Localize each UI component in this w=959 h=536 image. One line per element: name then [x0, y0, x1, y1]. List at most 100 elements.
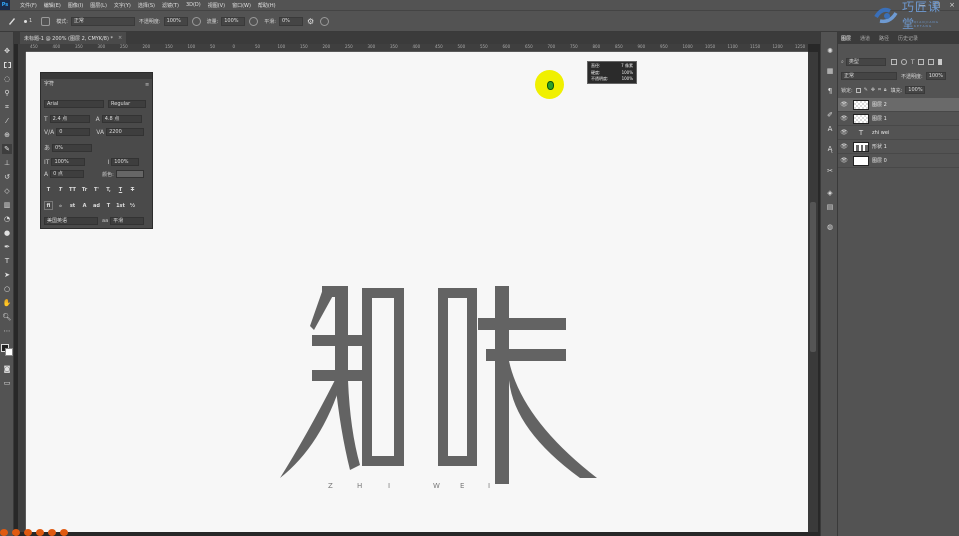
font-family-select[interactable]: Arial — [44, 100, 104, 108]
menu-help[interactable]: 帮助(H) — [258, 2, 276, 9]
underline-button[interactable]: T — [116, 185, 125, 194]
opacity-field[interactable]: 100% — [163, 16, 188, 26]
tracking-field[interactable]: 2200 — [106, 128, 145, 136]
layer-row[interactable]: 👁︎ 图层 0 — [838, 154, 959, 168]
background-color-swatch[interactable] — [5, 348, 13, 356]
marquee-tool-icon[interactable] — [2, 60, 12, 70]
baseline-shift-field[interactable]: 0 点 — [50, 170, 85, 178]
document-tab[interactable]: 未标题-1 @ 200% (图层 2, CMYK/8) * × — [20, 32, 127, 44]
pen-tool-icon[interactable]: ✒ — [2, 242, 12, 252]
menu-view[interactable]: 视图(V) — [208, 2, 225, 9]
filter-shape-icon[interactable] — [918, 59, 925, 65]
scrollbar-thumb[interactable] — [810, 202, 816, 352]
menu-select[interactable]: 选择(S) — [138, 2, 155, 9]
color-panel-icon[interactable]: ✺ — [825, 46, 835, 56]
menu-layer[interactable]: 图层(L) — [90, 2, 107, 9]
lock-brush-icon[interactable]: ✎ — [864, 87, 868, 93]
pressure-opacity-icon[interactable] — [191, 16, 201, 26]
move-tool-icon[interactable]: ✥ — [2, 46, 12, 56]
kerning-field[interactable]: 0 — [56, 128, 91, 136]
menu-file[interactable]: 文件(F) — [20, 2, 37, 9]
visibility-eye-icon[interactable]: 👁︎ — [838, 101, 850, 108]
filter-type-icon[interactable]: T — [911, 59, 915, 66]
faux-bold-button[interactable]: T — [44, 185, 53, 194]
eyedropper-icon[interactable]: ⁄ — [2, 116, 12, 126]
fractions-button[interactable]: ½ — [128, 201, 137, 210]
layer-filter-select[interactable]: 类型 — [845, 58, 886, 66]
visibility-eye-icon[interactable]: 👁︎ — [838, 157, 850, 164]
swatches-panel-icon[interactable]: ▦ — [825, 66, 835, 76]
canvas-vertical-scrollbar[interactable] — [808, 52, 818, 532]
subscript-button[interactable]: T, — [104, 185, 113, 194]
paragraph-panel-icon[interactable]: ¶ — [825, 86, 835, 96]
layer-row[interactable]: 👁︎ 图层 2 — [838, 98, 959, 112]
smoothing-field[interactable]: 0% — [278, 16, 303, 26]
font-size-field[interactable]: 2.4 点 — [49, 115, 90, 123]
lock-all-icon[interactable]: 🔒︎ — [884, 87, 887, 93]
blend-mode-select[interactable]: 正常 — [841, 72, 897, 80]
tab-paths[interactable]: 路径 — [879, 35, 889, 42]
gear-icon[interactable]: ⚙ — [307, 17, 314, 26]
taskbar-app-icon[interactable] — [36, 528, 44, 536]
taskbar-app-icon[interactable] — [60, 528, 68, 536]
taskbar-app-icon[interactable] — [24, 528, 32, 536]
mode-select[interactable]: 正常 — [70, 16, 135, 26]
tool-presets-icon[interactable]: ✂ — [825, 166, 835, 176]
visibility-eye-icon[interactable]: 👁︎ — [838, 143, 850, 150]
filter-smartobject-icon[interactable] — [928, 59, 935, 65]
text-color-swatch[interactable] — [115, 170, 144, 178]
visibility-eye-icon[interactable]: 👁︎ — [838, 115, 850, 122]
lock-position-icon[interactable]: ✥ — [871, 87, 875, 93]
taskbar-app-icon[interactable] — [12, 528, 20, 536]
visibility-eye-icon[interactable]: 👁︎ — [838, 129, 850, 136]
tab-history[interactable]: 历史记录 — [898, 35, 918, 42]
dodge-tool-icon[interactable]: ● — [2, 228, 12, 238]
contextual-alternates-button[interactable]: ℴ — [56, 201, 65, 210]
swash-button[interactable]: A — [80, 201, 89, 210]
character-panel-tab[interactable]: 字符 — [44, 80, 54, 87]
close-tab-icon[interactable]: × — [118, 35, 122, 41]
screen-mode-icon[interactable]: ▭ — [2, 378, 12, 388]
layer-row[interactable]: 👁︎ T zhi wei — [838, 126, 959, 140]
faux-italic-button[interactable]: T — [56, 185, 65, 194]
gradient-icon[interactable]: ▥ — [2, 200, 12, 210]
taskbar-app-icon[interactable] — [48, 528, 56, 536]
brush-tool-active-icon[interactable]: ✎ — [2, 144, 12, 154]
brush-preset-picker[interactable]: 1 — [24, 18, 32, 24]
tsume-field[interactable]: 0% — [52, 143, 93, 152]
healing-brush-icon[interactable]: ⊕ — [2, 130, 12, 140]
lasso-tool-icon[interactable]: ◌ — [2, 74, 12, 84]
flow-field[interactable]: 100% — [221, 16, 246, 26]
leading-field[interactable]: 4.8 点 — [101, 115, 142, 123]
titling-alternates-button[interactable]: T — [104, 201, 113, 210]
ligatures-button[interactable]: fi — [44, 201, 53, 210]
all-caps-button[interactable]: TT — [68, 185, 77, 194]
lock-pixels-icon[interactable] — [855, 87, 861, 93]
crop-tool-icon[interactable]: ⌗ — [2, 102, 12, 112]
ruler-origin[interactable] — [18, 44, 26, 52]
type-tool-icon[interactable]: T — [2, 256, 12, 266]
discretionary-ligatures-button[interactable]: st — [68, 201, 77, 210]
vertical-scale-field[interactable]: 100% — [51, 158, 86, 166]
blur-tool-icon[interactable]: ◔ — [2, 214, 12, 224]
horizontal-ruler[interactable]: 450 400 350 300 250 200 150 100 50 0 50 100 150 200 25… — [26, 44, 808, 52]
3d-panel-icon[interactable]: ◈ — [825, 188, 835, 198]
fill-field[interactable]: 100% — [905, 86, 926, 94]
zoom-tool-icon[interactable]: 🔍︎ — [2, 312, 12, 322]
menu-image[interactable]: 图像(I) — [68, 2, 83, 9]
more-tools-icon[interactable]: ⋯ — [2, 326, 12, 336]
menu-3d[interactable]: 3D(D) — [186, 2, 201, 8]
language-select[interactable]: 美国英语 — [44, 217, 98, 225]
superscript-button[interactable]: T' — [92, 185, 101, 194]
hand-tool-icon[interactable]: ✋ — [2, 298, 12, 308]
adjustments-panel-icon[interactable]: ◍ — [825, 222, 835, 232]
filter-pixel-icon[interactable] — [890, 59, 897, 65]
quick-mask-icon[interactable]: ◙ — [2, 364, 12, 374]
layer-row[interactable]: 👁︎ 图层 1 — [838, 112, 959, 126]
pressure-size-icon[interactable] — [320, 16, 330, 26]
menu-filter[interactable]: 滤镜(T) — [162, 2, 179, 9]
stylistic-alternates-button[interactable]: ad — [92, 201, 101, 210]
lock-artboard-icon[interactable]: ⌗ — [878, 87, 881, 93]
horizontal-scale-field[interactable]: 100% — [111, 158, 140, 166]
brush-tool-icon[interactable] — [6, 15, 18, 27]
